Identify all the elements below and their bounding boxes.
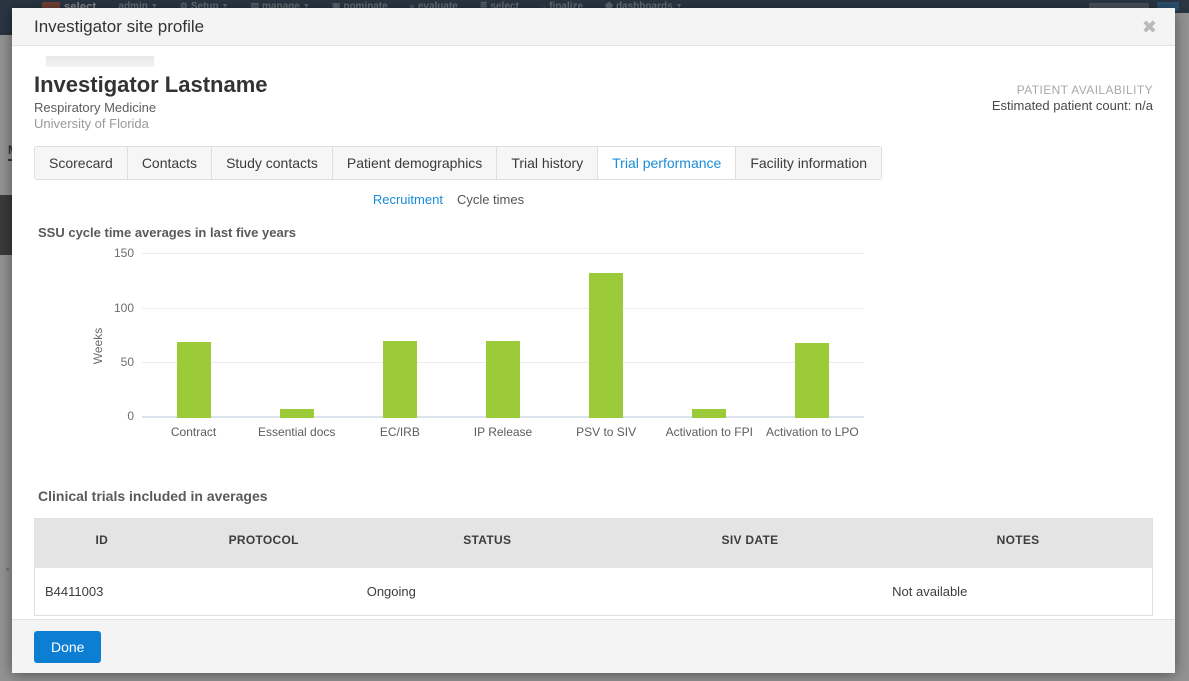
- table-header: ID PROTOCOL STATUS SIV DATE NOTES: [34, 518, 1153, 568]
- tab-facility-information[interactable]: Facility information: [736, 147, 882, 180]
- column-header-siv-date[interactable]: SIV DATE: [615, 518, 885, 568]
- investigator-info: Investigator Lastname Respiratory Medici…: [34, 72, 992, 132]
- chart-y-axis-label: Weeks: [91, 327, 106, 365]
- column-header-status[interactable]: STATUS: [358, 518, 616, 568]
- modal-title: Investigator site profile: [34, 16, 205, 36]
- x-tick-label-6: Activation to LPO: [766, 425, 859, 440]
- modal-body: Investigator Lastname Respiratory Medici…: [12, 46, 1175, 619]
- x-tick-label-4: PSV to SIV: [576, 425, 637, 440]
- bar-group: Activation to FPI: [658, 254, 761, 439]
- x-tick-label-1: Essential docs: [258, 425, 336, 440]
- bar-activation-to-fpi[interactable]: [692, 409, 727, 419]
- cell-notes: Not available: [884, 567, 1153, 616]
- tab-trial-history[interactable]: Trial history: [497, 147, 599, 180]
- bar-group: Essential docs: [245, 254, 348, 439]
- cell-id: B4411003: [34, 567, 169, 616]
- investigator-department: Respiratory Medicine: [34, 99, 157, 115]
- x-tick-label-0: Contract: [170, 425, 217, 440]
- cell-protocol: [168, 567, 359, 616]
- profile-tab-bar: Scorecard Contacts Study contacts Patient d…: [34, 146, 883, 181]
- chart-title: SSU cycle time averages in last five yea…: [38, 225, 296, 241]
- profile-header-row: Investigator Lastname Respiratory Medici…: [34, 72, 1153, 132]
- modal-footer: Done: [12, 619, 1175, 673]
- tab-patient-demographics[interactable]: Patient demographics: [332, 147, 498, 180]
- patient-availability-title: PATIENT AVAILABILITY: [1016, 83, 1153, 97]
- tab-contacts[interactable]: Contacts: [127, 147, 213, 180]
- bar-group: IP Release: [451, 254, 554, 439]
- x-tick-label-2: EC/IRB: [379, 425, 420, 440]
- bar-essential-docs[interactable]: [279, 409, 314, 419]
- chart-bars: Contract Essential docs EC/IRB IP Release PS…: [142, 254, 864, 439]
- ssu-cycle-time-chart: Weeks 0 50 100 150 Contract Essential docs EC…: [64, 246, 864, 444]
- tab-trial-performance[interactable]: Trial performance: [598, 147, 737, 180]
- sub-tab-recruitment[interactable]: Recruitment: [373, 192, 443, 207]
- bar-activation-to-lpo[interactable]: [795, 342, 830, 419]
- tab-scorecard[interactable]: Scorecard: [35, 147, 128, 180]
- x-tick-label-3: IP Release: [473, 425, 533, 440]
- profile-sub-tab-bar: Recruitment Cycle times: [34, 192, 1153, 207]
- bar-ip-release[interactable]: [485, 340, 520, 419]
- bar-group: EC/IRB: [348, 254, 451, 439]
- table-row[interactable]: B4411003 Ongoing Not available: [34, 567, 1153, 616]
- site-logo-placeholder: [46, 56, 154, 67]
- bar-group: PSV to SIV: [555, 254, 658, 439]
- bar-psv-to-siv[interactable]: [589, 272, 624, 419]
- table-header-row: ID PROTOCOL STATUS SIV DATE NOTES: [34, 518, 1153, 568]
- x-tick-label-5: Activation to FPI: [665, 425, 753, 440]
- modal-header: Investigator site profile ✖: [12, 8, 1175, 46]
- bar-ec-irb[interactable]: [382, 340, 417, 419]
- column-header-notes[interactable]: NOTES: [884, 518, 1153, 568]
- done-button[interactable]: Done: [34, 630, 102, 663]
- y-tick-label-0: 0: [127, 409, 134, 424]
- column-header-protocol[interactable]: PROTOCOL: [168, 518, 359, 568]
- y-tick-label-100: 100: [113, 300, 134, 315]
- clinical-trials-heading: Clinical trials included in averages: [38, 488, 268, 505]
- patient-availability-value: Estimated patient count: n/a: [991, 98, 1153, 113]
- table-body: B4411003 Ongoing Not available: [34, 567, 1153, 616]
- tab-study-contacts[interactable]: Study contacts: [212, 147, 333, 180]
- y-tick-label-50: 50: [120, 355, 134, 370]
- patient-availability-panel: PATIENT AVAILABILITY Estimated patient c…: [992, 73, 1153, 113]
- y-tick-label-150: 150: [113, 246, 134, 261]
- close-icon[interactable]: ✖: [1136, 16, 1163, 38]
- clinical-trials-table: ID PROTOCOL STATUS SIV DATE NOTES B44110…: [34, 518, 1153, 617]
- investigator-site-profile-modal: Investigator site profile ✖ Investigator…: [12, 8, 1175, 673]
- bar-group: Activation to LPO: [761, 254, 864, 439]
- sub-tab-cycle-times[interactable]: Cycle times: [457, 192, 524, 207]
- page-title: Investigator Lastname: [34, 72, 268, 97]
- column-header-id[interactable]: ID: [34, 518, 169, 568]
- bar-group: Contract: [142, 254, 245, 439]
- cell-status: Ongoing: [358, 567, 616, 616]
- bar-contract[interactable]: [176, 341, 211, 419]
- chart-plot-area: 0 50 100 150 Contract Essential docs EC/IRB IP…: [114, 246, 864, 439]
- investigator-organization: University of Florida: [34, 115, 149, 131]
- cell-siv: [615, 567, 885, 616]
